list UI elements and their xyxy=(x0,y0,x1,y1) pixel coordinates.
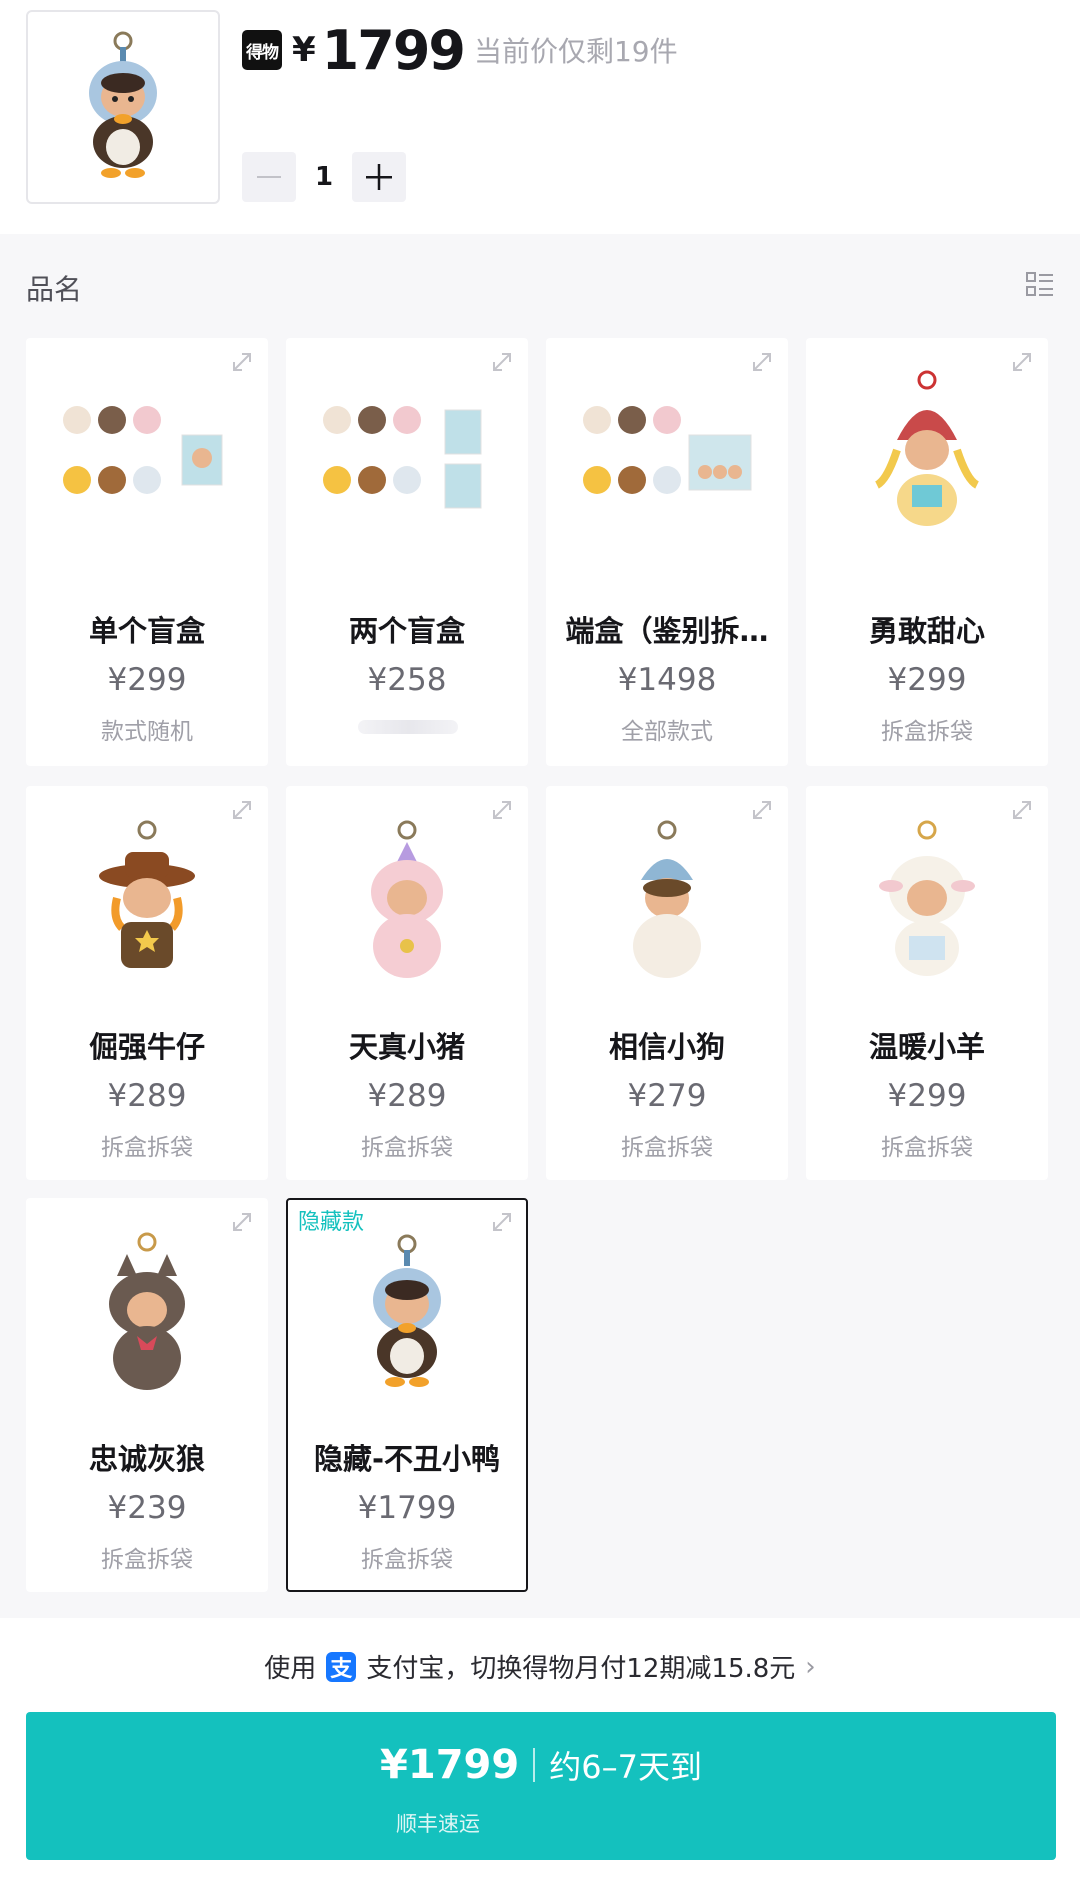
duckling-plush-image xyxy=(373,1234,441,1387)
variant-name: 忠诚灰狼 xyxy=(88,1442,205,1476)
cowboy-plush-image xyxy=(99,820,195,968)
variant-subtitle: 全部款式 xyxy=(621,719,713,745)
buy-price: ¥1799 xyxy=(380,1742,520,1788)
variant-image xyxy=(548,360,786,550)
variant-name: 隐藏-不丑小鸭 xyxy=(313,1442,501,1476)
blindbox-set-image xyxy=(63,406,223,494)
variant-image xyxy=(288,360,526,550)
variant-subtitle: 拆盒拆袋 xyxy=(361,1547,453,1573)
variant-image xyxy=(288,1220,526,1410)
variant-price: ¥1498 xyxy=(617,662,717,698)
list-view-icon[interactable] xyxy=(1026,272,1054,298)
piggy-plush-image xyxy=(371,820,443,978)
current-price: 1799 xyxy=(321,18,466,82)
variant-name: 端盒（鉴别拆… xyxy=(565,614,769,648)
variant-card[interactable]: 相信小狗 ¥279 拆盒拆袋 xyxy=(546,786,788,1180)
variant-card[interactable]: 忠诚灰狼 ¥239 拆盒拆袋 xyxy=(26,1198,268,1592)
carrier-label: 顺丰速运 xyxy=(396,1812,480,1836)
variant-image xyxy=(28,1220,266,1410)
variant-price: ¥299 xyxy=(887,662,967,698)
currency-symbol: ¥ xyxy=(292,30,316,70)
variant-name: 单个盲盒 xyxy=(88,614,205,648)
quantity-stepper: 1 xyxy=(242,152,406,202)
variant-card[interactable]: 温暖小羊 ¥299 拆盒拆袋 xyxy=(806,786,1048,1180)
alipay-icon: 支 xyxy=(326,1651,357,1682)
product-header: 得物 ¥ 1799 当前价仅剩19件 1 xyxy=(0,0,1080,234)
chevron-right-icon: › xyxy=(805,1651,816,1682)
variant-subtitle: 拆盒拆袋 xyxy=(881,719,973,745)
variant-image xyxy=(28,808,266,998)
variant-subtitle: 拆盒拆袋 xyxy=(881,1135,973,1161)
minus-icon xyxy=(257,176,281,178)
delivery-eta: 约6–7天到 xyxy=(549,1748,702,1786)
variant-card[interactable]: 勇敢甜心 ¥299 拆盒拆袋 xyxy=(806,338,1048,766)
variant-image xyxy=(288,808,526,998)
variant-image xyxy=(28,360,266,550)
variant-subtitle: 拆盒拆袋 xyxy=(621,1135,713,1161)
buy-button[interactable]: ¥1799 约6–7天到 顺丰速运 xyxy=(26,1712,1056,1860)
quantity-value[interactable]: 1 xyxy=(296,162,352,192)
price-row: 得物 ¥ 1799 当前价仅剩19件 xyxy=(242,18,678,82)
variant-price: ¥289 xyxy=(107,1078,187,1114)
variant-price: ¥289 xyxy=(367,1078,447,1114)
variant-name: 相信小狗 xyxy=(608,1030,725,1064)
variant-price: ¥258 xyxy=(367,662,447,698)
variant-name: 倔强牛仔 xyxy=(88,1030,205,1064)
increase-button[interactable] xyxy=(352,152,406,202)
sweetheart-plush-image xyxy=(874,370,980,526)
variant-image xyxy=(808,808,1046,998)
variant-card-selected[interactable]: 隐藏款 隐藏-不丑小鸭 ¥1799 拆盒拆袋 xyxy=(286,1198,528,1592)
variant-card[interactable]: 倔强牛仔 ¥289 拆盒拆袋 xyxy=(26,786,268,1180)
promo-text: 支付宝，切换得物月付12期减15.8元 xyxy=(366,1654,796,1684)
decrease-button[interactable] xyxy=(242,152,296,202)
variant-subtitle: 拆盒拆袋 xyxy=(101,1135,193,1161)
full-case-image xyxy=(583,406,752,494)
puppy-plush-image xyxy=(633,820,701,978)
variant-price: ¥299 xyxy=(107,662,187,698)
variant-card[interactable]: 两个盲盒 ¥258 xyxy=(286,338,528,766)
checkout-bar: 使用 支 支付宝，切换得物月付12期减15.8元 › ¥1799 约6–7天到 … xyxy=(0,1618,1080,1879)
variant-name: 天真小猪 xyxy=(348,1030,465,1064)
duck-plush-image xyxy=(89,31,157,178)
variant-card[interactable]: 天真小猪 ¥289 拆盒拆袋 xyxy=(286,786,528,1180)
variant-price: ¥299 xyxy=(887,1078,967,1114)
variant-subtitle: 拆盒拆袋 xyxy=(101,1547,193,1573)
variant-price: ¥1799 xyxy=(357,1490,457,1526)
lamb-plush-image xyxy=(879,820,975,976)
divider xyxy=(533,1748,536,1782)
two-blindbox-image xyxy=(323,406,482,509)
variant-image xyxy=(808,360,1046,550)
section-label: 品名 xyxy=(26,273,83,306)
variant-price: ¥239 xyxy=(107,1490,187,1526)
plus-icon xyxy=(366,164,392,190)
variant-card[interactable]: 单个盲盒 ¥299 款式随机 xyxy=(26,338,268,766)
variant-image xyxy=(548,808,786,998)
promo-prefix: 使用 xyxy=(264,1654,317,1684)
variant-card[interactable]: 端盒（鉴别拆… ¥1498 全部款式 xyxy=(546,338,788,766)
variant-subtitle: 款式随机 xyxy=(101,719,193,745)
variant-name: 两个盲盒 xyxy=(348,614,465,648)
wolf-plush-image xyxy=(109,1232,185,1390)
stock-note: 当前价仅剩19件 xyxy=(473,35,678,68)
product-thumbnail[interactable] xyxy=(26,10,220,204)
variant-subtitle: 拆盒拆袋 xyxy=(361,1135,453,1161)
variant-name: 温暖小羊 xyxy=(868,1030,985,1064)
variant-price: ¥279 xyxy=(627,1078,707,1114)
brand-badge: 得物 xyxy=(242,30,282,70)
payment-promo[interactable]: 使用 支 支付宝，切换得物月付12期减15.8元 › xyxy=(0,1648,1080,1685)
blurred-subtitle xyxy=(358,720,458,734)
variant-name: 勇敢甜心 xyxy=(868,614,985,648)
